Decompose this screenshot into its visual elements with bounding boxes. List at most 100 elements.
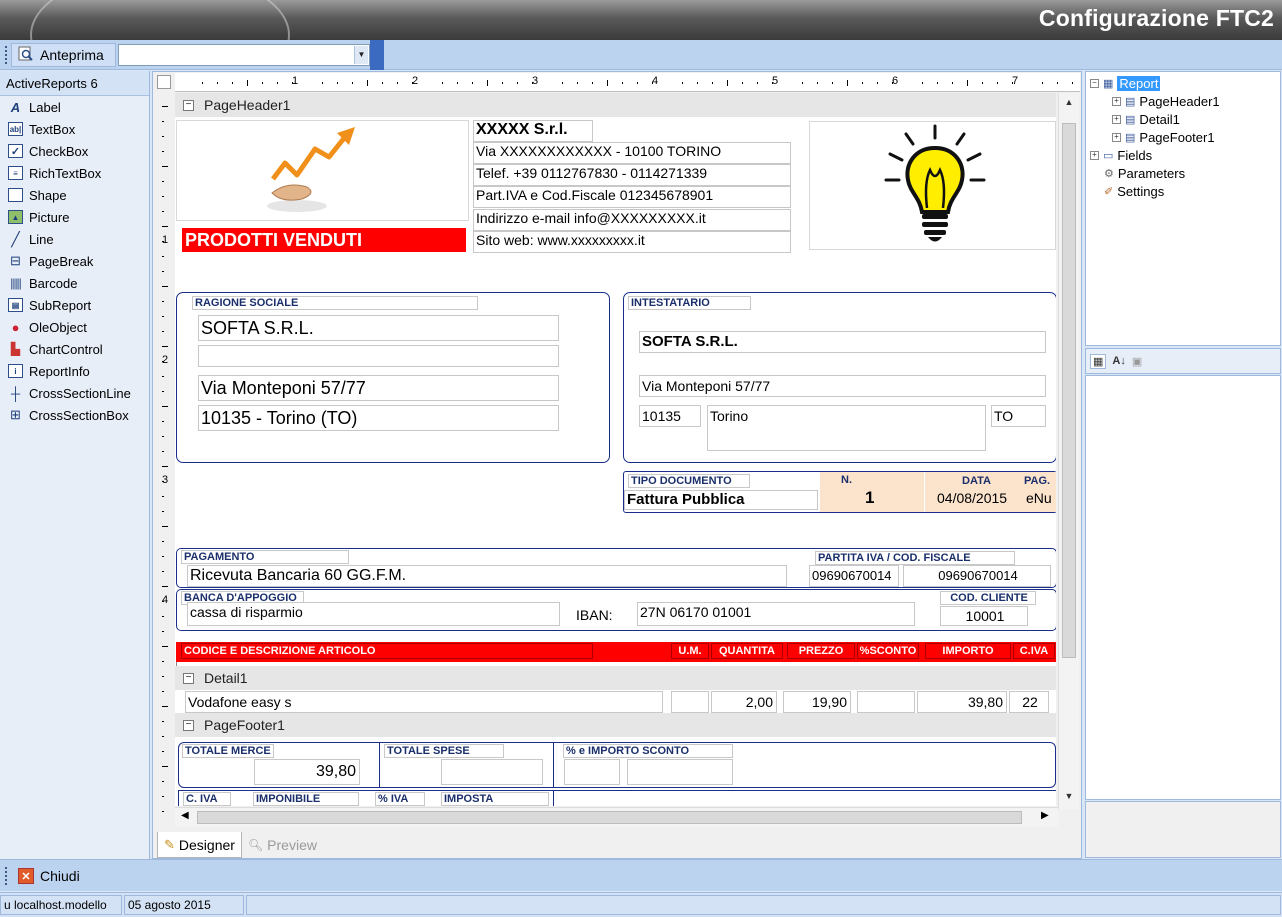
ruler-corner[interactable] [157,75,171,89]
band-detail[interactable]: − Detail1 [175,666,1056,690]
detail-um[interactable] [671,691,709,713]
report-canvas[interactable]: − PageHeader1 PRODOTTI VENDUTI XXXXX S.r… [175,93,1056,806]
collapse-icon[interactable]: − [1090,79,1099,88]
collapse-icon[interactable]: − [183,99,194,111]
logo-picture[interactable] [176,120,469,221]
vertical-scroll-thumb[interactable] [1062,123,1076,658]
pagamento-value[interactable]: Ricevuta Bancaria 60 GG.F.M. [187,565,787,587]
sconto-amount[interactable] [627,759,733,785]
intestatario-name[interactable]: SOFTA S.R.L. [639,331,1046,353]
cf-value[interactable]: 09690670014 [903,565,1051,587]
property-grid[interactable] [1085,375,1281,800]
sconto-percent[interactable] [564,759,620,785]
piva-label[interactable]: PARTITA IVA / COD. FISCALE [815,551,1015,565]
toolbox-item-textbox[interactable]: ab| TextBox [0,118,149,140]
chevron-down-icon[interactable]: ▼ [354,46,368,64]
totale-spese-value[interactable] [441,759,543,785]
toolbox-item-oleobject[interactable]: ● OleObject [0,316,149,338]
piva-value[interactable]: 09690670014 [809,565,899,587]
data-value[interactable]: 04/08/2015 [937,490,1007,506]
toolbox-item-barcode[interactable]: ||||| Barcode [0,272,149,294]
iban-value[interactable]: 27N 06170 01001 [637,602,915,626]
toolbox-item-subreport[interactable]: ▤ SubReport [0,294,149,316]
expand-icon[interactable]: + [1112,115,1121,124]
company-email[interactable]: Indirizzo e-mail info@XXXXXXXXX.it [473,209,791,231]
data-label[interactable]: DATA [962,475,991,487]
scroll-right-icon[interactable]: ▶ [1041,810,1049,821]
toolbar-grip[interactable] [5,867,8,885]
totale-merce-value[interactable]: 39,80 [254,759,360,785]
imponibile-label[interactable]: IMPONIBILE [253,792,359,806]
toolbox-item-crosssectionline[interactable]: ┼ CrossSectionLine [0,382,149,404]
report-title[interactable]: PRODOTTI VENDUTI [182,228,466,252]
report-combo[interactable]: ▼ [118,44,370,66]
col-discount[interactable]: %SCONTO [857,643,919,659]
toolbox-header[interactable]: ActiveReports 6 [0,71,149,96]
tree-node-detail[interactable]: + ▤ Detail1 [1112,112,1180,127]
preview-button[interactable]: Anteprima [11,43,116,67]
sort-alpha-icon[interactable]: A↓ [1112,355,1125,367]
cod-cliente-label[interactable]: COD. CLIENTE [940,591,1036,605]
totale-merce-label[interactable]: TOTALE MERCE [182,744,274,758]
tree-node-report[interactable]: − ▦ Report [1090,76,1161,91]
pagina-label[interactable]: PAG. [1024,475,1050,487]
pagamento-label[interactable]: PAGAMENTO [181,550,349,564]
categorized-icon[interactable]: ▦ [1090,353,1107,369]
ragione-street[interactable]: Via Monteponi 57/77 [198,375,559,401]
detail-qty[interactable]: 2,00 [711,691,777,713]
toolbox-item-reportinfo[interactable]: i ReportInfo [0,360,149,382]
tipo-doc-value[interactable]: Fattura Pubblica [624,490,818,510]
intestatario-prov[interactable]: TO [991,405,1046,427]
band-pagefooter[interactable]: − PageFooter1 [175,713,1056,737]
numero-label[interactable]: N. [841,474,901,486]
lightbulb-picture[interactable] [809,121,1056,250]
col-um[interactable]: U.M. [671,643,709,659]
close-button[interactable]: ✕ Chiudi [14,864,84,888]
expand-icon[interactable]: + [1090,151,1099,160]
tree-node-settings[interactable]: ✐ Settings [1104,184,1164,199]
collapse-icon[interactable]: − [183,719,194,731]
tab-preview[interactable]: 🔍︎ Preview [241,832,323,858]
intestatario-cap[interactable]: 10135 [639,405,701,427]
col-descr[interactable]: CODICE E DESCRIZIONE ARTICOLO [181,643,593,659]
intestatario-label[interactable]: INTESTATARIO [628,296,751,310]
iban-label[interactable]: IBAN: [576,607,613,623]
collapse-icon[interactable]: − [183,672,194,684]
tree-node-parameters[interactable]: ⚙ Parameters [1104,166,1185,181]
detail-price[interactable]: 19,90 [783,691,851,713]
expand-icon[interactable]: + [1112,133,1121,142]
toolbox-item-checkbox[interactable]: ✓ CheckBox [0,140,149,162]
toolbox-item-chartcontrol[interactable]: ▙ ChartControl [0,338,149,360]
company-vat[interactable]: Part.IVA e Cod.Fiscale 012345678901 [473,186,791,208]
toolbox-item-pagebreak[interactable]: ⊟ PageBreak [0,250,149,272]
col-amount[interactable]: IMPORTO [925,643,1011,659]
ragione-city[interactable]: 10135 - Torino (TO) [198,405,559,431]
col-price[interactable]: PREZZO [787,643,855,659]
toolbox-item-picture[interactable]: ▲ Picture [0,206,149,228]
horizontal-scroll-thumb[interactable] [197,811,1022,824]
detail-amount[interactable]: 39,80 [917,691,1007,713]
company-address[interactable]: Via XXXXXXXXXXXX - 10100 TORINO [473,142,791,164]
scroll-left-icon[interactable]: ◀ [181,810,189,821]
toolbox-item-line[interactable]: ╱ Line [0,228,149,250]
ragione-name[interactable]: SOFTA S.R.L. [198,315,559,341]
band-pageheader[interactable]: − PageHeader1 [175,93,1056,117]
pagina-value[interactable]: eNu [1026,490,1052,506]
company-web[interactable]: Sito web: www.xxxxxxxxx.it [473,231,791,253]
detail-descr[interactable]: Vodafone easy s [185,691,663,713]
civa-label[interactable]: C. IVA [183,792,231,806]
toolbox-item-crosssectionbox[interactable]: ⊞ CrossSectionBox [0,404,149,426]
company-name[interactable]: XXXXX S.r.l. [473,120,593,142]
ragione-sociale-label[interactable]: RAGIONE SOCIALE [192,296,478,310]
expand-icon[interactable]: + [1112,97,1121,106]
imposta-label[interactable]: IMPOSTA [441,792,549,806]
toolbar-overflow[interactable] [370,40,384,70]
banca-value[interactable]: cassa di risparmio [187,602,560,626]
vertical-scrollbar[interactable]: ▲ ▼ [1058,93,1079,809]
property-pages-icon[interactable]: ▣ [1132,355,1142,368]
detail-iva[interactable]: 22 [1009,691,1049,713]
toolbox-item-shape[interactable]: Shape [0,184,149,206]
intestatario-street[interactable]: Via Monteponi 57/77 [639,375,1046,397]
scroll-down-icon[interactable]: ▼ [1062,791,1076,805]
col-qty[interactable]: QUANTITA [711,643,783,659]
